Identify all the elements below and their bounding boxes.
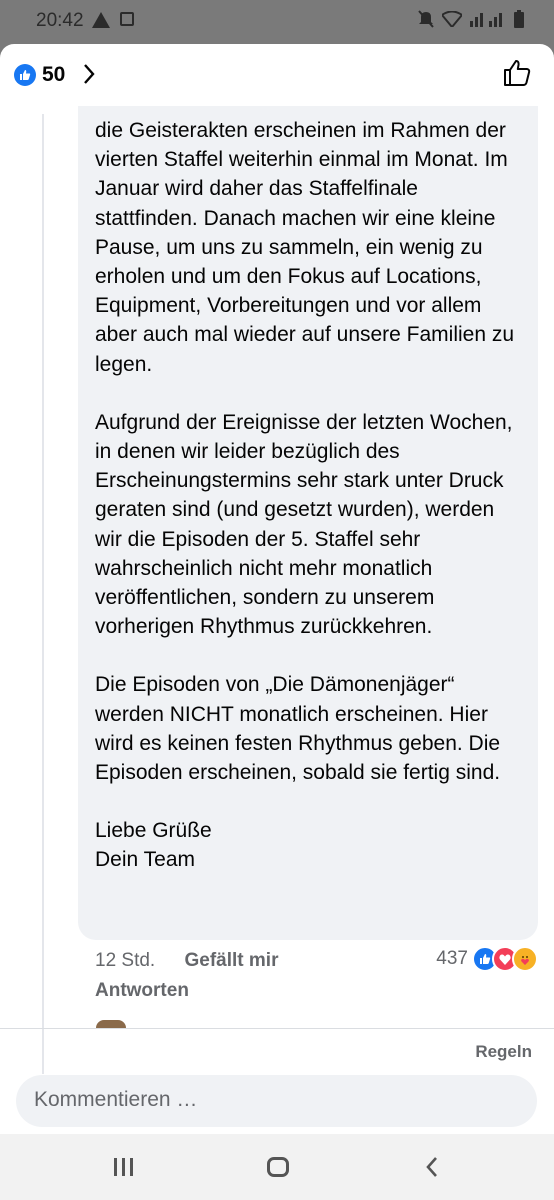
like-icon	[14, 64, 36, 86]
status-icons	[418, 10, 524, 28]
wifi-icon	[442, 11, 462, 27]
rules-link[interactable]: Regeln	[475, 1042, 532, 1062]
signal-icon	[470, 13, 502, 27]
divider	[0, 1028, 554, 1029]
thumbs-up-outline-icon[interactable]	[502, 58, 532, 88]
like-count[interactable]: 50	[42, 63, 65, 87]
back-icon[interactable]	[425, 1156, 439, 1178]
comment-paragraph: Die Episoden von „Die Dämonenjäger“ werd…	[95, 673, 501, 785]
comment-actions: 12 Std. Gefällt mir	[95, 950, 278, 972]
reply-button[interactable]: Antworten	[95, 980, 189, 1002]
like-button[interactable]: Gefällt mir	[185, 950, 279, 971]
status-bar: 20:42	[0, 0, 554, 44]
comment-input[interactable]: Kommentieren …	[16, 1075, 537, 1127]
comment-bubble: die Geisterakten erscheinen im Rahmen de…	[78, 106, 538, 940]
reactions-header[interactable]: 50	[0, 44, 554, 106]
recent-apps-icon[interactable]	[114, 1158, 133, 1176]
comment-paragraph: die Geisterakten erscheinen im Rahmen de…	[95, 119, 515, 376]
comment-greeting: Liebe Grüße	[95, 819, 212, 843]
comments-sheet: 50 die Geisterakten erscheinen im Rahmen…	[0, 44, 554, 1134]
chevron-right-icon[interactable]	[82, 62, 96, 86]
home-icon[interactable]	[267, 1157, 289, 1177]
mute-icon	[418, 10, 434, 28]
battery-icon	[514, 10, 524, 28]
comment-paragraph: Aufgrund der Ereignisse der letzten Woch…	[95, 410, 513, 639]
reaction-summary[interactable]: 437	[436, 946, 538, 972]
status-time: 20:42	[36, 10, 84, 31]
comment-signature: Dein Team	[95, 848, 195, 872]
notification-icon	[120, 12, 134, 26]
warning-icon	[92, 12, 110, 28]
thread-line	[42, 114, 44, 1074]
avatar	[96, 1020, 126, 1028]
comment-time: 12 Std.	[95, 950, 156, 971]
reaction-count: 437	[436, 948, 468, 969]
system-navigation-bar	[0, 1134, 554, 1200]
care-reaction-icon	[512, 946, 538, 972]
